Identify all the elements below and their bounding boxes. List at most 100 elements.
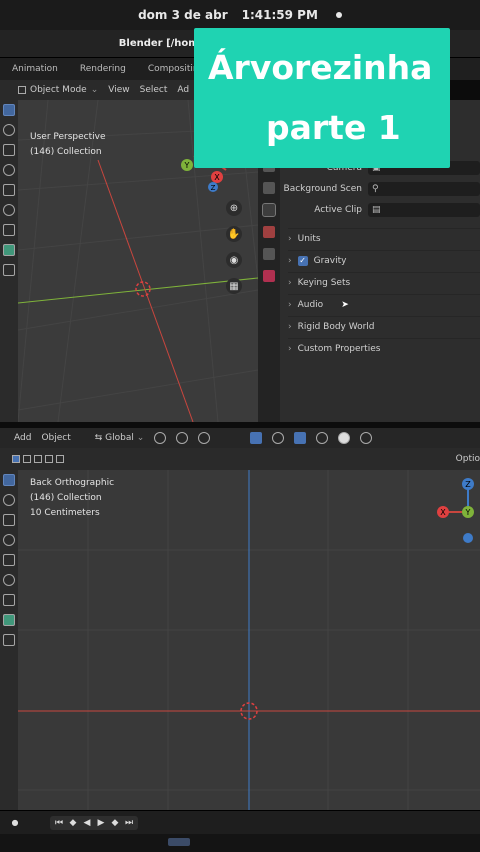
chevron-right-icon: › <box>288 233 292 244</box>
status-date: dom 3 de abr <box>138 8 228 22</box>
scale-tool-icon[interactable] <box>3 184 15 196</box>
pivot-icon[interactable] <box>154 432 167 444</box>
background-scene-row: Background Scen ⚲ <box>280 181 480 197</box>
menu-add-bottom[interactable]: Add <box>14 433 31 443</box>
output-props-icon[interactable] <box>263 182 275 194</box>
annotate-tool-icon[interactable] <box>3 594 15 606</box>
tab-animation[interactable]: Animation <box>12 64 58 74</box>
section-units[interactable]: › Units <box>288 228 480 248</box>
z-neg-gizmo-icon <box>463 533 473 543</box>
wireframe-shading-icon[interactable] <box>316 432 329 444</box>
view-name: Back Orthographic <box>30 478 115 488</box>
annotate-tool-icon[interactable] <box>3 224 15 236</box>
section-custom-properties[interactable]: › Custom Properties <box>288 338 480 358</box>
object-mode-dropdown[interactable]: Object Mode ⌄ <box>18 85 98 95</box>
gizmo-x-label: X <box>214 173 220 182</box>
xray-icon[interactable] <box>294 432 307 444</box>
ortho-grid <box>18 470 480 810</box>
texture-props-icon[interactable] <box>263 270 275 282</box>
jump-start-icon[interactable]: ⏮ <box>52 816 66 830</box>
section-rigid-body-world[interactable]: › Rigid Body World <box>288 316 480 336</box>
play-reverse-icon[interactable]: ◀ <box>80 816 94 830</box>
scrollbar-thumb[interactable] <box>168 838 190 846</box>
rotate-tool-icon[interactable] <box>3 534 15 546</box>
add-cube-tool-icon[interactable] <box>3 264 15 276</box>
select-invert-icon[interactable] <box>45 455 53 463</box>
select-extend-icon[interactable] <box>23 455 31 463</box>
chevron-right-icon: › <box>288 299 292 310</box>
section-keying-sets[interactable]: › Keying Sets <box>288 272 480 292</box>
camera-icon[interactable]: ◉ <box>226 252 242 268</box>
caption-line-1: Árvorezinha <box>208 48 433 87</box>
jump-end-icon[interactable]: ⏭ <box>122 816 136 830</box>
timeline-bar: ● ⏮ ◆ ◀ ▶ ◆ ⏭ <box>0 810 480 834</box>
section-audio[interactable]: › Audio ➤ <box>288 294 480 314</box>
view-name: User Perspective <box>30 132 106 142</box>
proportional-edit-icon[interactable] <box>198 432 211 444</box>
orientation-icon: ⇆ <box>94 433 103 443</box>
play-icon[interactable]: ▶ <box>94 816 108 830</box>
transform-tool-icon[interactable] <box>3 574 15 586</box>
measure-tool-icon[interactable] <box>3 244 15 256</box>
y-axis-line <box>18 277 258 304</box>
transform-tool-icon[interactable] <box>3 204 15 216</box>
active-clip-field[interactable]: ▤ <box>368 203 480 217</box>
chevron-right-icon: › <box>288 255 292 266</box>
rotate-tool-icon[interactable] <box>3 164 15 176</box>
orientation-dropdown[interactable]: ⇆ Global ⌄ <box>95 433 145 443</box>
measure-tool-icon[interactable] <box>3 614 15 626</box>
menu-view[interactable]: View <box>108 85 129 95</box>
tab-rendering[interactable]: Rendering <box>80 64 126 74</box>
background-scene-field[interactable]: ⚲ <box>368 182 480 196</box>
prev-keyframe-icon[interactable]: ◆ <box>66 816 80 830</box>
select-mode-icon[interactable] <box>12 455 20 463</box>
gizmo-z-label: Z <box>211 184 216 192</box>
chevron-down-icon: ⌄ <box>90 85 99 95</box>
options-menu[interactable]: Optio <box>456 454 480 464</box>
gravity-checkbox[interactable]: ✓ <box>297 255 308 266</box>
move-tool-icon[interactable] <box>3 514 15 526</box>
menu-object[interactable]: Object <box>41 433 70 443</box>
add-cube-tool-icon[interactable] <box>3 634 15 646</box>
caption-line-2: parte 1 <box>266 108 401 147</box>
grid-scale-label: 10 Centimeters <box>30 508 100 518</box>
solid-shading-icon[interactable] <box>338 432 351 444</box>
bottom-viewport-header: Optio <box>0 448 480 470</box>
x-axis-line <box>97 159 194 422</box>
chevron-right-icon: › <box>288 343 292 354</box>
cursor-tool-icon[interactable] <box>3 124 15 136</box>
snap-icon[interactable] <box>176 432 189 444</box>
object-mode-label: Object Mode <box>30 85 87 95</box>
navigation-gizmo[interactable]: Z X Y <box>434 474 478 544</box>
material-shading-icon[interactable] <box>360 432 373 444</box>
bottom-3d-viewport[interactable]: Back Orthographic (146) Collection 10 Ce… <box>18 470 480 810</box>
gizmo-toggle-icon[interactable] <box>250 432 263 444</box>
video-caption-overlay: Árvorezinha parte 1 <box>194 28 450 168</box>
hand-pan-icon[interactable]: ✋ <box>226 226 242 242</box>
move-tool-icon[interactable] <box>3 144 15 156</box>
select-subtract-icon[interactable] <box>34 455 42 463</box>
grid-view-icon[interactable]: ▦ <box>226 278 242 294</box>
bottom-viewport-menubar: Add Object ⇆ Global ⌄ <box>0 428 480 448</box>
timeline-scrollbar[interactable] <box>0 834 480 852</box>
record-icon[interactable]: ● <box>8 816 22 830</box>
select-box-tool-icon[interactable] <box>3 104 15 116</box>
section-gravity[interactable]: › ✓ Gravity <box>288 250 480 270</box>
zoom-icon[interactable]: ⊕ <box>226 200 242 216</box>
next-keyframe-icon[interactable]: ◆ <box>108 816 122 830</box>
scale-tool-icon[interactable] <box>3 554 15 566</box>
active-clip-label: Active Clip <box>314 205 362 215</box>
collection-props-icon[interactable] <box>263 248 275 260</box>
select-intersect-icon[interactable] <box>56 455 64 463</box>
overlay-icon[interactable] <box>272 432 285 444</box>
cursor-tool-icon[interactable] <box>3 494 15 506</box>
gizmo-z-label: Z <box>465 480 471 489</box>
menu-add[interactable]: Ad <box>177 85 189 95</box>
select-box-tool-icon[interactable] <box>3 474 15 486</box>
mouse-pointer-icon: ➤ <box>341 299 349 310</box>
menu-select[interactable]: Select <box>140 85 168 95</box>
world-props-icon[interactable] <box>263 226 275 238</box>
collection-label: (146) Collection <box>30 147 102 157</box>
scene-props-icon[interactable] <box>262 203 276 217</box>
gizmo-y-label: Y <box>184 161 190 170</box>
